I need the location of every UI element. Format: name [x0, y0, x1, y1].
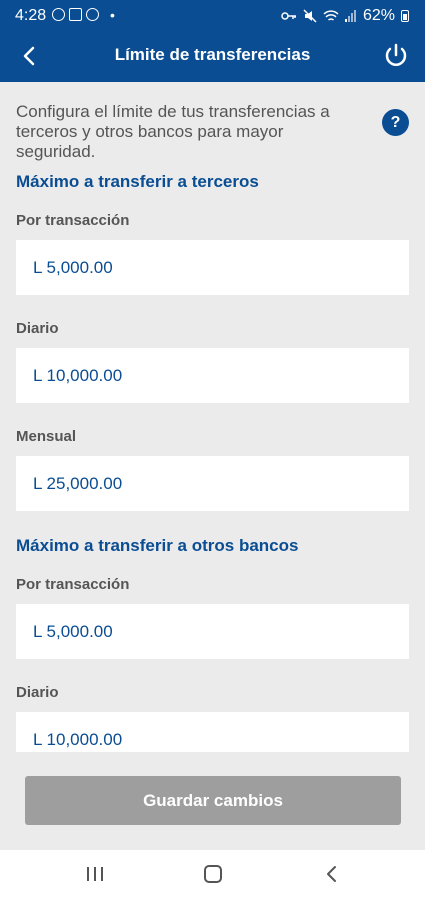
help-button[interactable]: ? — [382, 109, 409, 136]
power-icon[interactable] — [381, 41, 411, 71]
system-nav-bar — [0, 850, 425, 898]
terceros-por-transaccion-input[interactable] — [16, 240, 409, 295]
nav-back-icon[interactable] — [324, 864, 340, 884]
status-bar: 4:28 • 62% — [0, 0, 425, 32]
more-notifications-dot: • — [110, 7, 115, 23]
notification-icons — [52, 8, 99, 21]
recent-apps-icon[interactable] — [85, 866, 105, 882]
field-label: Diario — [16, 684, 59, 701]
save-changes-button[interactable]: Guardar cambios — [25, 776, 401, 825]
home-icon[interactable] — [204, 865, 222, 883]
intro-text: Configura el límite de tus transferencia… — [16, 102, 330, 161]
field-label: Por transacción — [16, 212, 130, 229]
battery-icon — [401, 10, 409, 22]
section-title-otros-bancos: Máximo a transferir a otros bancos — [16, 536, 299, 555]
app-bar: Límite de transferencias — [0, 32, 425, 82]
wifi-icon — [323, 9, 339, 21]
key-icon — [281, 12, 296, 20]
notification-icon — [86, 8, 99, 21]
otros-bancos-diario-input[interactable] — [16, 712, 409, 752]
field-label: Por transacción — [16, 576, 130, 593]
battery-percent: 62% — [362, 7, 395, 24]
page-title: Límite de transferencias — [114, 45, 311, 64]
mute-icon — [303, 9, 317, 23]
terceros-diario-input[interactable] — [16, 348, 409, 403]
field-label: Diario — [16, 320, 59, 337]
status-time: 4:28 — [15, 7, 47, 24]
field-label: Mensual — [16, 428, 77, 445]
section-title-terceros: Máximo a transferir a terceros — [16, 172, 259, 191]
notification-icon — [52, 8, 65, 21]
otros-bancos-por-transaccion-input[interactable] — [16, 604, 409, 659]
signal-icon — [344, 10, 356, 22]
system-status: 62% — [281, 7, 409, 25]
terceros-mensual-input[interactable] — [16, 456, 409, 511]
image-icon — [69, 8, 82, 21]
limits-form: Configura el límite de tus transferencia… — [0, 82, 425, 752]
